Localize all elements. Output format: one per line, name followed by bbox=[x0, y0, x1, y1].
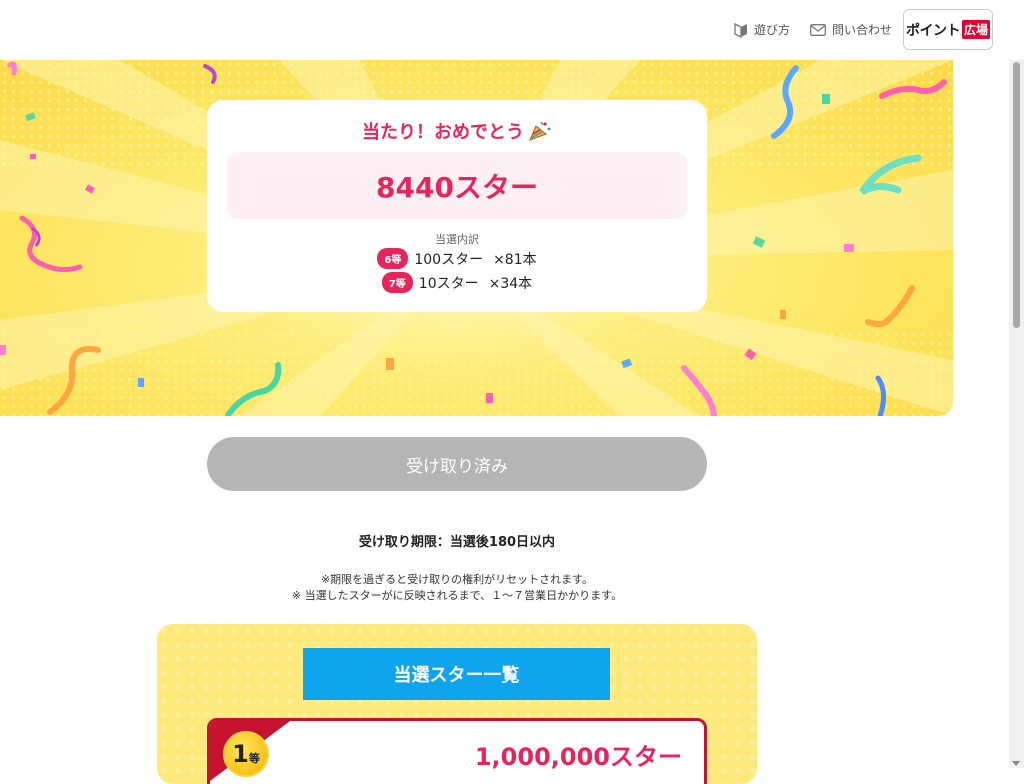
scrollbar-thumb[interactable] bbox=[1013, 62, 1020, 328]
header: 遊び方 問い合わせ ポイント 広場 bbox=[0, 0, 1009, 60]
result-card: 当たり！おめでとう 8440スター 当選内訳 6等 100スター ×81本 7等… bbox=[207, 100, 707, 312]
how-to-play-link[interactable]: 遊び方 bbox=[734, 21, 790, 38]
prize-count: ×81本 bbox=[493, 251, 537, 268]
prize-amount: 10スター bbox=[418, 275, 479, 292]
contact-link[interactable]: 問い合わせ bbox=[810, 21, 892, 38]
logo-box: 広場 bbox=[961, 20, 990, 39]
prize-row: 6等 100スター ×81本 bbox=[207, 248, 707, 269]
page-scrollbar[interactable] bbox=[1009, 60, 1024, 768]
contact-label: 問い合わせ bbox=[832, 23, 893, 37]
total-stars-box: 8440スター bbox=[227, 152, 687, 219]
breakdown-title: 当選内訳 bbox=[435, 233, 479, 246]
winning-stars-list: 当選スター一覧 1等 1,000,000スター bbox=[157, 624, 757, 784]
first-prize-medal-icon: 1等 bbox=[223, 731, 269, 777]
prize-amount: 100スター bbox=[414, 251, 484, 268]
note-reflect: ※ 当選したスターがに反映されるまで、１～７営業日かかります。 bbox=[291, 589, 623, 602]
rank-badge: 6等 bbox=[377, 248, 409, 269]
how-to-play-label: 遊び方 bbox=[754, 23, 791, 37]
list-title-banner: 当選スター一覧 bbox=[303, 648, 610, 702]
rank-badge: 7等 bbox=[381, 272, 413, 293]
mail-icon bbox=[810, 23, 826, 36]
list-title: 当選スター一覧 bbox=[393, 665, 520, 686]
scroll-down-arrow-icon[interactable] bbox=[1012, 761, 1020, 766]
congrats-heading: 当たり！おめでとう bbox=[207, 118, 707, 144]
congrats-text: 当たり！おめでとう bbox=[362, 122, 524, 143]
first-prize-card: 1等 1,000,000スター bbox=[207, 718, 707, 784]
logo-text: ポイント bbox=[905, 22, 961, 39]
result-hero: 当たり！おめでとう 8440スター 当選内訳 6等 100スター ×81本 7等… bbox=[0, 60, 953, 416]
note-reset: ※期限を過ぎると受け取りの権利がリセットされます。 bbox=[320, 573, 594, 586]
party-popper-icon bbox=[529, 121, 551, 141]
claim-deadline: 受け取り期限：当選後180日以内 bbox=[358, 535, 556, 550]
total-stars-value: 8440スター bbox=[376, 170, 538, 204]
point-hiroba-logo[interactable]: ポイント 広場 bbox=[903, 9, 993, 50]
claimed-button[interactable]: 受け取り済み bbox=[207, 437, 707, 491]
beginner-mark-icon bbox=[734, 22, 747, 38]
first-prize-amount: 1,000,000スター bbox=[474, 743, 682, 771]
prize-row: 7等 10スター ×34本 bbox=[207, 272, 707, 293]
prize-count: ×34本 bbox=[488, 275, 533, 292]
